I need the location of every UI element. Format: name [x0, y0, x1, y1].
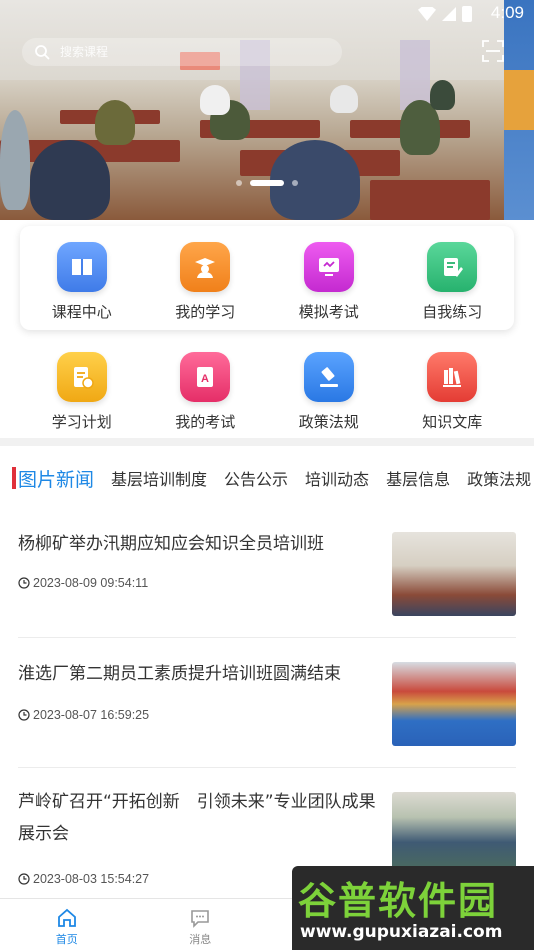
- clock-icon: [18, 577, 30, 589]
- menu-course-center[interactable]: 课程中心: [20, 242, 144, 322]
- news-tab-bar: 图片新闻 基层培训制度 公告公示 培训动态 基层信息 政策法规: [0, 456, 534, 500]
- svg-text:A: A: [201, 373, 209, 385]
- news-time-text: 2023-08-09 09:54:11: [33, 576, 149, 590]
- news-time: 2023-08-03 15:54:27: [18, 872, 149, 886]
- carousel-dot-active[interactable]: [250, 180, 284, 186]
- status-time: 4:09: [490, 3, 524, 22]
- tab-policy-law[interactable]: 政策法规: [467, 466, 531, 490]
- news-title: 芦岭矿召开“开拓创新 引领未来”专业团队成果展示会: [18, 792, 376, 844]
- library-books-icon: [427, 352, 478, 402]
- menu-self-practice[interactable]: 自我练习: [391, 242, 515, 322]
- carousel-indicator: [0, 180, 534, 186]
- carousel-dot[interactable]: [292, 180, 298, 186]
- menu-label: 我的考试: [175, 413, 236, 431]
- menu-label: 模拟考试: [298, 303, 359, 321]
- tab-training-system[interactable]: 基层培训制度: [111, 466, 207, 490]
- wifi-icon: [418, 7, 436, 21]
- exam-paper-icon: A: [180, 352, 231, 402]
- watermark-logo: 谷普软件园 www.gupuxiazai.com: [292, 866, 534, 950]
- banner-photo-person: [430, 80, 455, 110]
- menu-study-plan[interactable]: 学习计划: [20, 352, 144, 432]
- banner-photo-person: [0, 110, 30, 210]
- menu-my-exam[interactable]: A 我的考试: [144, 352, 268, 432]
- nav-label: 消息: [189, 933, 212, 946]
- banner-photo-person: [200, 85, 230, 115]
- menu-label: 政策法规: [298, 413, 359, 431]
- menu-label: 知识文库: [422, 413, 483, 431]
- search-bar[interactable]: [22, 38, 342, 66]
- menu-policy-law[interactable]: 政策法规: [267, 352, 391, 432]
- tab-training-news[interactable]: 培训动态: [305, 466, 369, 490]
- news-list-item[interactable]: 淮选厂第二期员工素质提升培训班圆满结束 2023-08-07 16:59:25: [18, 658, 516, 768]
- watermark-url: www.gupuxiazai.com: [300, 922, 503, 942]
- banner-next-slide-peek: [504, 0, 534, 220]
- app-screen: 4:09 课程中心 我的学习: [0, 0, 534, 950]
- menu-mock-exam[interactable]: 模拟考试: [267, 242, 391, 322]
- search-icon: [35, 45, 50, 60]
- banner-photo-person: [330, 85, 358, 113]
- tab-grassroots-info[interactable]: 基层信息: [386, 466, 450, 490]
- news-thumbnail: [392, 792, 516, 876]
- status-icons: [418, 6, 472, 22]
- clock-icon: [18, 873, 30, 885]
- nav-label: 首页: [55, 933, 78, 946]
- clock-icon: [18, 709, 30, 721]
- banner-carousel[interactable]: 4:09: [0, 0, 534, 220]
- news-time-text: 2023-08-07 16:59:25: [33, 708, 150, 722]
- banner-photo-desk: [370, 180, 490, 220]
- news-title: 杨柳矿举办汛期应知应会知识全员培训班: [18, 534, 324, 554]
- active-tab-marker: [12, 467, 16, 489]
- gavel-icon: [303, 352, 354, 402]
- news-time: 2023-08-07 16:59:25: [18, 708, 149, 722]
- nav-messages[interactable]: 消息: [134, 899, 268, 950]
- news-time-text: 2023-08-03 15:54:27: [33, 872, 150, 886]
- graduate-icon: [180, 242, 231, 292]
- section-divider: [0, 438, 534, 446]
- edit-note-icon: [427, 242, 478, 292]
- menu-label: 自我练习: [422, 303, 483, 321]
- news-time: 2023-08-09 09:54:11: [18, 576, 148, 590]
- tab-picture-news[interactable]: 图片新闻: [18, 465, 94, 492]
- menu-label: 课程中心: [51, 303, 112, 321]
- menu-label: 学习计划: [51, 413, 112, 431]
- news-thumbnail: [392, 662, 516, 746]
- menu-my-study[interactable]: 我的学习: [144, 242, 268, 322]
- menu-label: 我的学习: [175, 303, 236, 321]
- news-list-item[interactable]: 杨柳矿举办汛期应知应会知识全员培训班 2023-08-09 09:54:11: [18, 528, 516, 638]
- quick-menu-row-1: 课程中心 我的学习 模拟考试 自我练习: [20, 242, 514, 322]
- signal-icon: [442, 7, 456, 21]
- scan-icon[interactable]: [482, 40, 504, 62]
- carousel-dot[interactable]: [236, 180, 242, 186]
- news-title: 淮选厂第二期员工素质提升培训班圆满结束: [18, 664, 341, 684]
- battery-icon: [462, 6, 472, 22]
- monitor-icon: [303, 242, 354, 292]
- quick-menu-row-2: 学习计划 A 我的考试 政策法规 知识文库: [20, 352, 514, 432]
- menu-knowledge-library[interactable]: 知识文库: [391, 352, 515, 432]
- news-thumbnail: [392, 532, 516, 616]
- message-icon: [191, 910, 210, 928]
- nav-home[interactable]: 首页: [0, 899, 134, 950]
- book-icon: [56, 242, 107, 292]
- banner-photo-person: [95, 100, 135, 145]
- search-input[interactable]: [60, 45, 300, 59]
- banner-photo-curtain: [400, 40, 430, 110]
- watermark-text: 谷普软件园: [298, 879, 499, 923]
- home-icon: [57, 908, 76, 927]
- status-bar: 4:09: [0, 0, 534, 28]
- plan-document-icon: [56, 352, 107, 402]
- tab-announcements[interactable]: 公告公示: [224, 466, 288, 490]
